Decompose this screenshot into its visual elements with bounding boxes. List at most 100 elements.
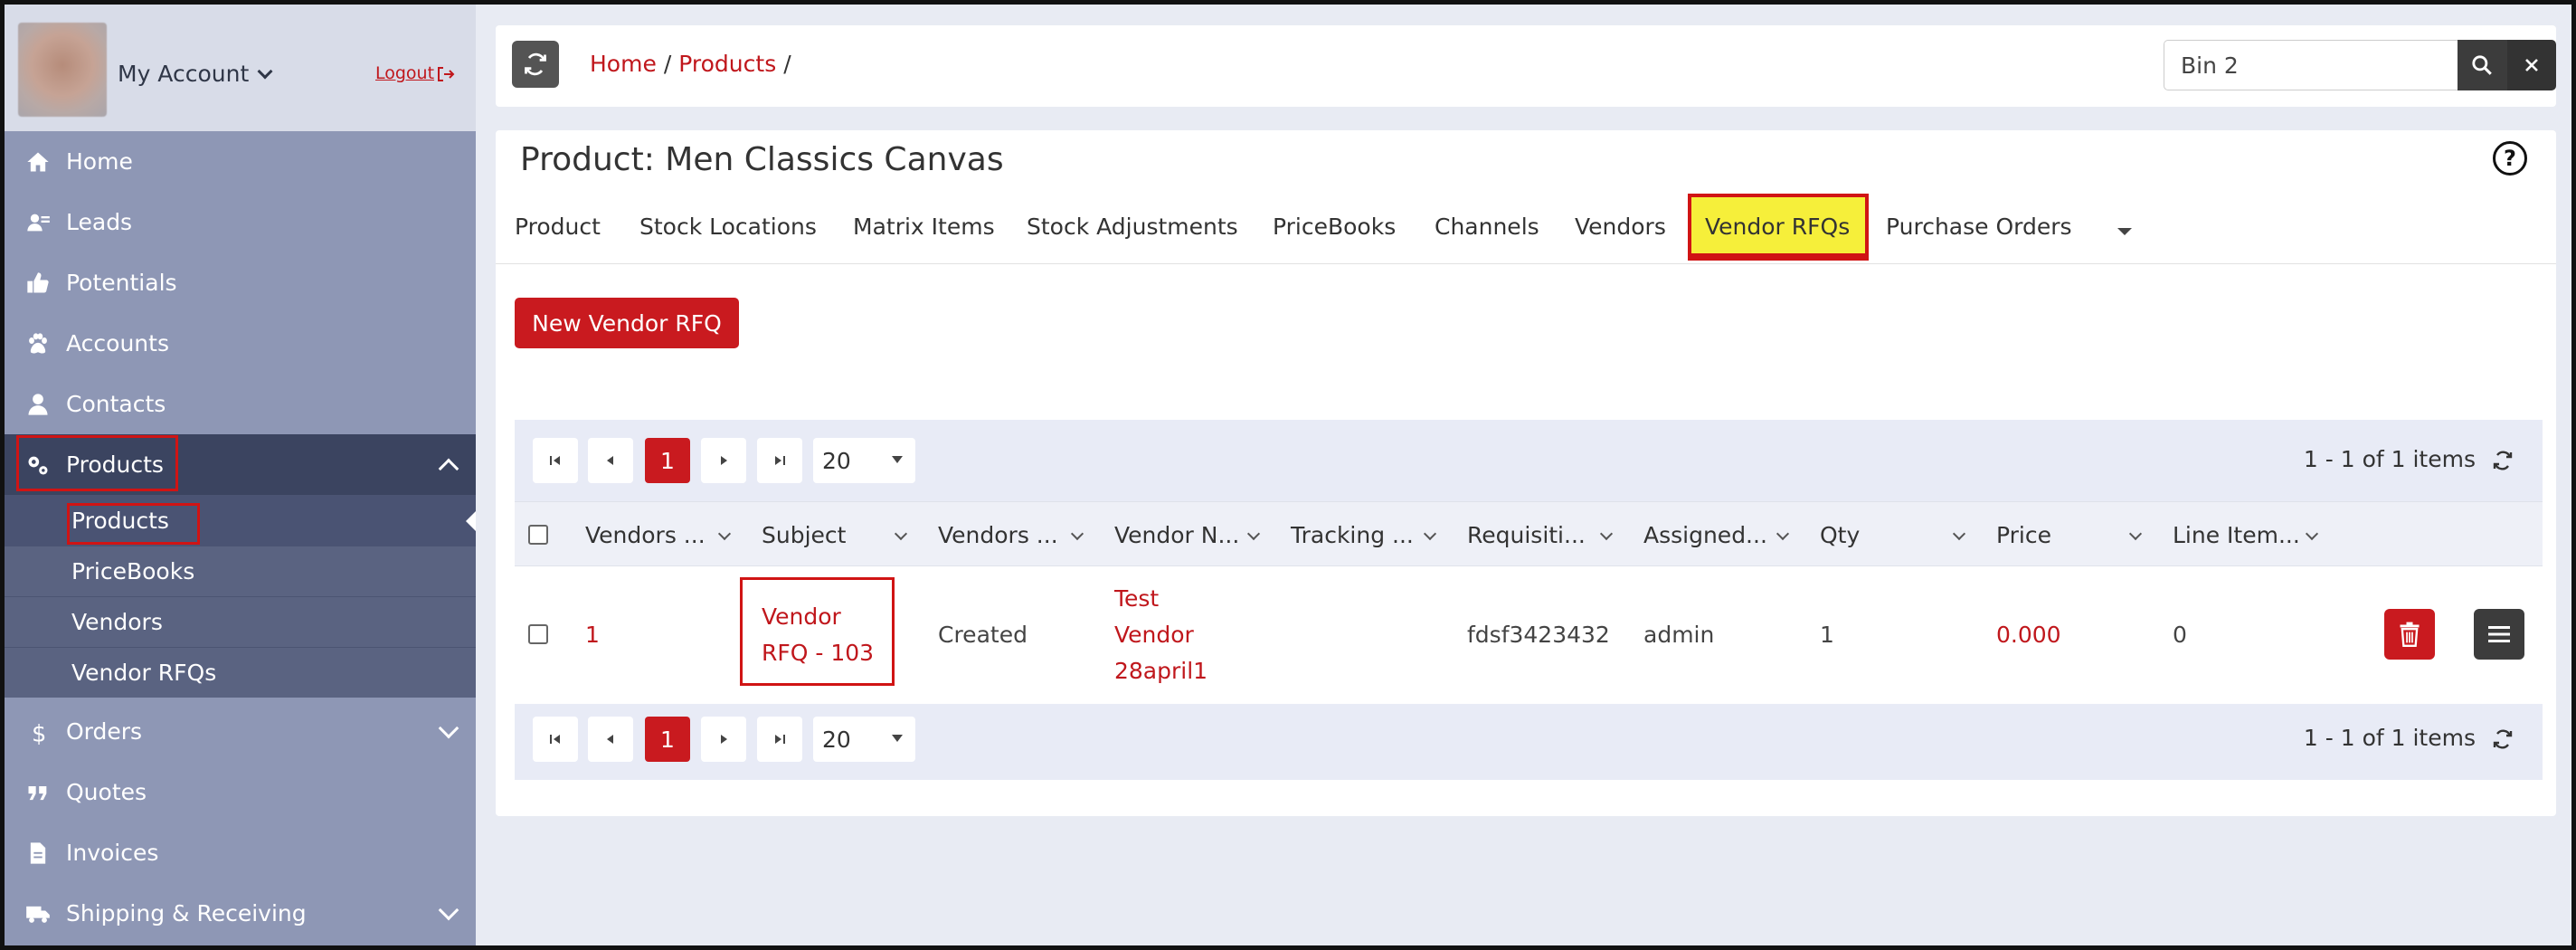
search-button[interactable] [2458, 40, 2507, 90]
tab-product[interactable]: Product [515, 214, 601, 240]
next-page-button[interactable] [701, 438, 746, 483]
delete-row-button[interactable] [2384, 609, 2435, 660]
tab-matrix-items[interactable]: Matrix Items [853, 214, 995, 240]
sidebar-item-quotes[interactable]: Quotes [5, 762, 476, 822]
avatar[interactable] [18, 23, 107, 117]
column-header-vendors-no[interactable]: Vendors ... [585, 522, 706, 548]
column-header-assigned[interactable]: Assigned... [1643, 522, 1767, 548]
column-menu-icon[interactable] [717, 527, 732, 541]
refresh-button[interactable] [512, 41, 559, 88]
sidebar-subitem-pricebooks[interactable]: PriceBooks [5, 546, 476, 596]
column-menu-icon[interactable] [1423, 527, 1437, 541]
pager-info: 1 - 1 of 1 items [2303, 446, 2476, 472]
sidebar: My Account Logout Home Leads Potentials … [5, 5, 476, 945]
row-vendor-name-link[interactable]: Test Vendor 28april1 [1114, 581, 1208, 689]
dollar-icon: $ [24, 718, 52, 746]
column-header-qty[interactable]: Qty [1820, 522, 1860, 548]
first-page-icon [550, 735, 560, 744]
column-menu-icon[interactable] [1599, 527, 1614, 541]
column-menu-icon[interactable] [894, 527, 908, 541]
column-menu-icon[interactable] [1070, 527, 1084, 541]
tab-channels[interactable]: Channels [1435, 214, 1539, 240]
sidebar-item-home[interactable]: Home [5, 131, 476, 192]
column-header-subject[interactable]: Subject [762, 522, 846, 548]
page-size-select[interactable]: 20 [813, 717, 915, 762]
svg-text:$: $ [32, 720, 46, 745]
grid-pager-bottom: 1 20 1 - 1 of 1 items [515, 704, 2543, 780]
column-menu-icon[interactable] [2128, 527, 2143, 541]
search-icon [2472, 55, 2493, 75]
current-page-button[interactable]: 1 [645, 438, 690, 483]
prev-page-button[interactable] [588, 438, 633, 483]
tab-stock-adjustments[interactable]: Stock Adjustments [1027, 214, 1238, 240]
last-page-button[interactable] [757, 438, 802, 483]
tab-vendor-rfqs[interactable]: Vendor RFQs [1705, 214, 1850, 240]
active-indicator [466, 511, 476, 531]
first-page-button[interactable] [533, 438, 578, 483]
row-menu-button[interactable] [2474, 609, 2524, 660]
sidebar-item-products[interactable]: Products [5, 434, 476, 495]
pager-info: 1 - 1 of 1 items [2303, 725, 2476, 751]
last-page-button[interactable] [757, 717, 802, 762]
breadcrumb-products[interactable]: Products [678, 51, 776, 77]
new-vendor-rfq-button[interactable]: New Vendor RFQ [515, 298, 739, 348]
column-menu-icon[interactable] [1246, 527, 1261, 541]
row-checkbox[interactable] [528, 624, 548, 644]
sidebar-subitem-vendors[interactable]: Vendors [5, 596, 476, 647]
column-header-vendor-name[interactable]: Vendor N... [1114, 522, 1239, 548]
next-page-button[interactable] [701, 717, 746, 762]
sidebar-item-accounts[interactable]: Accounts [5, 313, 476, 374]
row-line-items: 0 [2173, 622, 2187, 648]
breadcrumb-home[interactable]: Home [590, 51, 657, 77]
help-icon[interactable]: ? [2493, 141, 2527, 176]
page-size-select[interactable]: 20 [813, 438, 915, 483]
grid-refresh-button[interactable] [2492, 450, 2514, 475]
refresh-icon [2493, 729, 2513, 749]
gears-icon [24, 451, 52, 479]
chevron-left-icon [607, 456, 613, 465]
logout-link[interactable]: Logout [375, 63, 455, 83]
row-vendors-no[interactable]: 1 [585, 617, 600, 653]
column-menu-icon[interactable] [1952, 527, 1966, 541]
home-icon [24, 148, 52, 176]
clear-search-button[interactable] [2506, 40, 2556, 90]
sidebar-item-invoices[interactable]: Invoices [5, 822, 476, 883]
quote-icon [24, 779, 52, 806]
column-header-price[interactable]: Price [1996, 522, 2051, 548]
sidebar-item-orders[interactable]: $ Orders [5, 701, 476, 762]
chevron-up-icon [438, 458, 459, 480]
prev-page-button[interactable] [588, 717, 633, 762]
select-all-checkbox[interactable] [528, 525, 548, 545]
first-page-button[interactable] [533, 717, 578, 762]
column-header-line-items[interactable]: Line Item... [2173, 522, 2300, 548]
tab-pricebooks[interactable]: PriceBooks [1273, 214, 1396, 240]
row-price: 0.000 [1996, 622, 2061, 648]
current-page-button[interactable]: 1 [645, 717, 690, 762]
sidebar-subitem-products[interactable]: Products [5, 495, 476, 546]
tab-stock-locations[interactable]: Stock Locations [639, 214, 817, 240]
thumbs-up-icon [24, 270, 52, 297]
tab-vendors[interactable]: Vendors [1575, 214, 1666, 240]
column-header-tracking[interactable]: Tracking ... [1291, 522, 1414, 548]
tabs-more-dropdown-icon[interactable] [2117, 228, 2132, 235]
chevron-down-icon [438, 899, 459, 921]
chevron-right-icon [721, 735, 727, 744]
column-header-requisition[interactable]: Requisiti... [1467, 522, 1586, 548]
tab-purchase-orders[interactable]: Purchase Orders [1886, 214, 2072, 240]
sidebar-item-contacts[interactable]: Contacts [5, 374, 476, 434]
account-menu[interactable]: My Account [118, 61, 273, 87]
search-box [2164, 40, 2556, 90]
sidebar-item-potentials[interactable]: Potentials [5, 252, 476, 313]
chevron-left-icon [607, 735, 613, 744]
row-subject-link[interactable]: Vendor RFQ - 103 [762, 599, 874, 671]
file-icon [24, 840, 52, 867]
column-menu-icon[interactable] [2305, 527, 2319, 541]
grid-refresh-button[interactable] [2492, 728, 2514, 754]
sidebar-subitem-vendor-rfqs[interactable]: Vendor RFQs [5, 647, 476, 698]
user-icon [24, 391, 52, 418]
column-menu-icon[interactable] [1776, 527, 1790, 541]
column-header-vendors-status[interactable]: Vendors ... [938, 522, 1058, 548]
search-input[interactable] [2164, 40, 2458, 90]
sidebar-item-leads[interactable]: Leads [5, 192, 476, 252]
sidebar-item-shipping-receiving[interactable]: Shipping & Receiving [5, 883, 476, 944]
